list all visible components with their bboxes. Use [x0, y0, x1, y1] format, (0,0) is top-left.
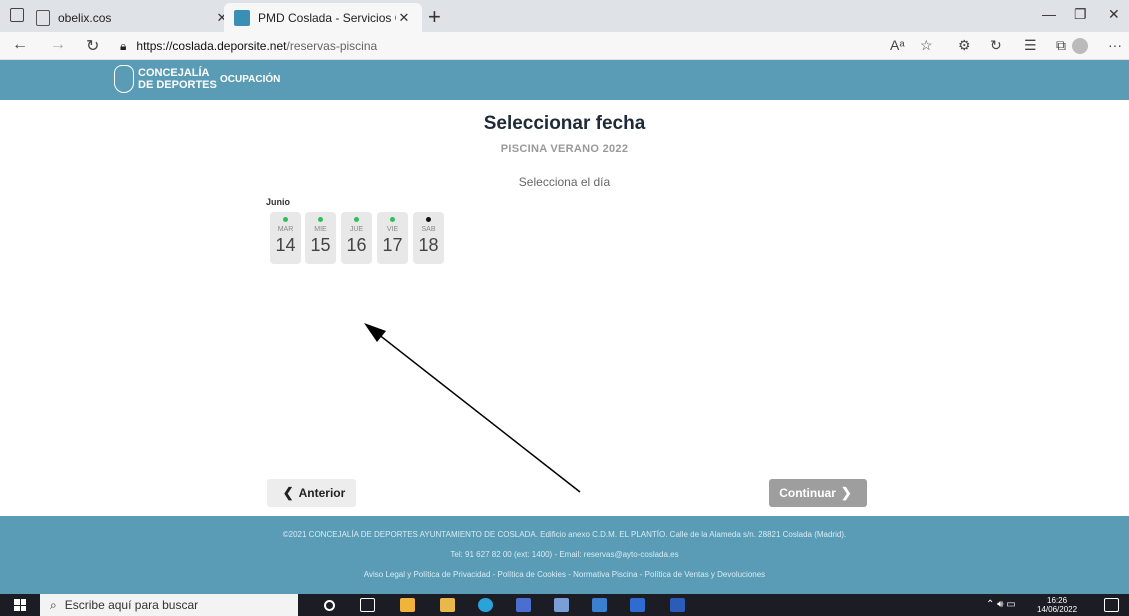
footer-address: ©2021 CONCEJALÍA DE DEPORTES AYUNTAMIENT…	[282, 530, 847, 539]
app-icon[interactable]	[516, 598, 531, 612]
footer-legal-links[interactable]: Aviso Legal y Política de Privacidad - P…	[0, 570, 1129, 579]
windows-taskbar: ⌕ Escribe aquí para buscar ⌃ 🔊︎ ▭ 16:26 …	[0, 594, 1129, 616]
windows-start-icon[interactable]	[14, 599, 26, 611]
task-view-icon[interactable]	[360, 598, 375, 612]
word-icon[interactable]	[670, 598, 685, 612]
footer-contact: Tel: 91 627 82 00 (ext: 1400) - Email: r…	[450, 550, 679, 559]
system-tray-icons[interactable]: ⌃ 🔊︎ ▭	[986, 599, 1016, 610]
taskbar-search-placeholder: Escribe aquí para buscar	[64, 598, 199, 612]
clock-date: 14/06/2022	[1037, 605, 1078, 614]
edge-browser-icon[interactable]	[478, 598, 493, 612]
store-icon[interactable]	[400, 598, 415, 612]
search-icon: ⌕	[50, 597, 57, 612]
taskbar-clock[interactable]: 16:26 14/06/2022	[1037, 596, 1077, 614]
taskbar-search-input[interactable]: ⌕ Escribe aquí para buscar	[40, 594, 298, 616]
notifications-icon[interactable]	[1104, 598, 1119, 612]
mail-icon[interactable]	[592, 598, 607, 612]
app-icon[interactable]	[630, 598, 645, 612]
clock-time: 16:26	[1047, 596, 1068, 605]
site-footer: ©2021 CONCEJALÍA DE DEPORTES AYUNTAMIENT…	[0, 516, 1129, 594]
app-icon[interactable]	[554, 598, 569, 612]
file-explorer-icon[interactable]	[440, 598, 455, 612]
cortana-icon[interactable]	[324, 600, 335, 611]
